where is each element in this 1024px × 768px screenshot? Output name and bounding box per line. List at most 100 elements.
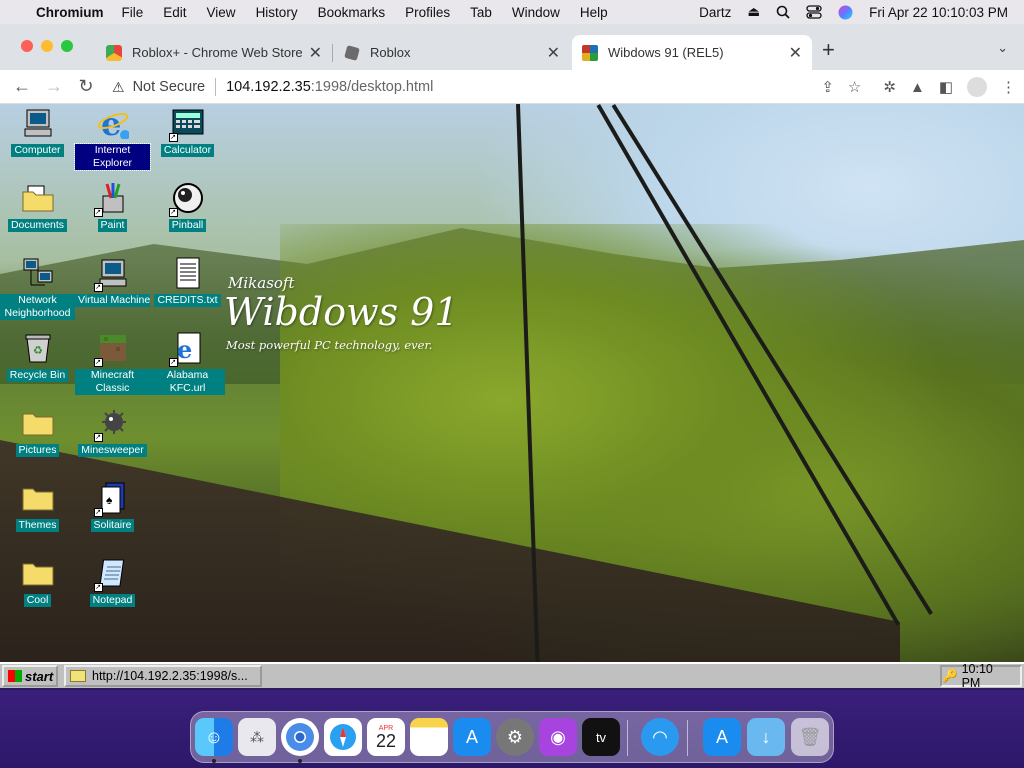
folder-icon bbox=[21, 406, 55, 440]
menu-file[interactable]: File bbox=[122, 5, 144, 20]
desktop-icon-themes[interactable]: Themes bbox=[0, 479, 75, 554]
menu-profiles[interactable]: Profiles bbox=[405, 5, 450, 20]
eject-icon[interactable]: ⏏ bbox=[747, 4, 760, 20]
back-arrow-icon[interactable]: ← bbox=[6, 76, 38, 97]
lab-flask-icon[interactable]: ▲ bbox=[910, 79, 925, 96]
profile-avatar-icon[interactable] bbox=[967, 77, 987, 97]
desktop-icon-calculator[interactable]: ↗ Calculator bbox=[150, 104, 225, 179]
close-tab-icon[interactable]: ✕ bbox=[309, 43, 322, 63]
desktop-icon-minecraft-classic[interactable]: ↗ Minecraft Classic bbox=[75, 329, 150, 404]
close-tab-icon[interactable]: ✕ bbox=[789, 43, 802, 63]
desktop-icon-paint[interactable]: ↗ Paint bbox=[75, 179, 150, 254]
bookmark-star-icon[interactable]: ☆ bbox=[848, 78, 861, 96]
reload-icon[interactable]: ↻ bbox=[70, 76, 102, 97]
new-tab-button[interactable]: + bbox=[822, 37, 835, 63]
wibdows-desktop[interactable]: Mikasoft Wibdows 91 Most powerful PC tec… bbox=[0, 104, 1024, 662]
taskbar-item-label: http://104.192.2.35:1998/s... bbox=[92, 669, 248, 683]
svg-text:♠: ♠ bbox=[106, 493, 113, 507]
menubar-user[interactable]: Dartz bbox=[699, 5, 731, 20]
menu-help[interactable]: Help bbox=[580, 5, 608, 20]
minimize-window-button[interactable] bbox=[41, 40, 53, 52]
trash-icon[interactable]: 🗑 bbox=[791, 718, 829, 756]
menu-tab[interactable]: Tab bbox=[470, 5, 492, 20]
system-preferences-icon[interactable]: ⚙ bbox=[496, 718, 534, 756]
tab-separator bbox=[332, 44, 333, 62]
desktop-icon-network-neighborhood[interactable]: Network Neighborhood bbox=[0, 254, 75, 329]
zoom-window-button[interactable] bbox=[61, 40, 73, 52]
calendar-icon[interactable]: APR 22 bbox=[367, 718, 405, 756]
close-window-button[interactable] bbox=[21, 40, 33, 52]
desktop-icon-solitaire[interactable]: ♠ ↗ Solitaire bbox=[75, 479, 150, 554]
side-panel-icon[interactable]: ◧ bbox=[939, 78, 953, 96]
menu-edit[interactable]: Edit bbox=[163, 5, 186, 20]
finder-icon[interactable]: ☺ bbox=[195, 718, 233, 763]
tab-wibdows-91[interactable]: Wibdows 91 (REL5) ✕ bbox=[572, 35, 812, 70]
desktop-icon-label: Minesweeper bbox=[78, 444, 147, 457]
key-icon[interactable]: 🔑 bbox=[942, 669, 958, 684]
desktop-icon-cool[interactable]: Cool bbox=[0, 554, 75, 629]
desktop-icon-pinball[interactable]: ↗ Pinball bbox=[150, 179, 225, 254]
desktop-icon-minesweeper[interactable]: ↗ Minesweeper bbox=[75, 404, 150, 479]
notes-icon[interactable] bbox=[410, 718, 448, 756]
desktop-icon-recycle-bin[interactable]: ♻ Recycle Bin bbox=[0, 329, 75, 404]
wifi-icon[interactable]: ◠ bbox=[641, 718, 679, 756]
control-center-icon[interactable] bbox=[806, 5, 822, 19]
security-label[interactable]: Not Secure bbox=[133, 79, 206, 95]
menu-window[interactable]: Window bbox=[512, 5, 560, 20]
desktop-icon-documents[interactable]: Documents bbox=[0, 179, 75, 254]
start-label: start bbox=[25, 668, 54, 684]
tray-clock[interactable]: 10:10 PM bbox=[962, 662, 1014, 690]
search-icon[interactable] bbox=[776, 5, 790, 19]
minecraft-icon: ↗ bbox=[93, 331, 130, 367]
address-bar[interactable]: ⚠ Not Secure 104.192.2.35:1998/desktop.h… bbox=[104, 73, 852, 101]
podcasts-icon[interactable]: ◉ bbox=[539, 718, 577, 756]
desktop-icon-internet-explorer[interactable]: e Internet Explorer bbox=[74, 104, 151, 179]
close-tab-icon[interactable]: ✕ bbox=[547, 43, 560, 63]
url-host[interactable]: 104.192.2.35 bbox=[226, 79, 311, 95]
desktop-icon-label: Pictures bbox=[15, 444, 60, 457]
launchpad-icon[interactable]: ⁂ bbox=[238, 718, 276, 756]
folder-icon bbox=[21, 556, 55, 590]
more-menu-icon[interactable]: ⋮ bbox=[1001, 78, 1016, 96]
desktop-icon-pictures[interactable]: Pictures bbox=[0, 404, 75, 479]
app-store-folder-icon[interactable]: A bbox=[703, 718, 741, 756]
wibdows-taskbar: start http://104.192.2.35:1998/s... 🔑 10… bbox=[0, 662, 1024, 690]
downloads-folder-icon[interactable]: ↓ bbox=[747, 718, 785, 756]
desktop-icon-alabama-kfc[interactable]: e ↗ Alabama KFC.url bbox=[150, 329, 225, 404]
tab-roblox[interactable]: Roblox ✕ bbox=[334, 35, 570, 70]
menu-app-name[interactable]: Chromium bbox=[36, 5, 104, 20]
siri-icon[interactable] bbox=[838, 5, 853, 20]
extensions-puzzle-icon[interactable]: ✲ bbox=[883, 78, 896, 96]
desktop-icon-notepad[interactable]: ↗ Notepad bbox=[75, 554, 150, 629]
desktop-icon-label: Internet Explorer bbox=[74, 143, 151, 171]
window-controls bbox=[21, 40, 73, 52]
taskbar-item-browser[interactable]: http://104.192.2.35:1998/s... bbox=[64, 665, 262, 687]
url-path[interactable]: :1998/desktop.html bbox=[311, 79, 434, 95]
safari-icon[interactable] bbox=[324, 718, 362, 756]
internet-explorer-icon: e bbox=[96, 106, 130, 140]
warning-triangle-icon[interactable]: ⚠ bbox=[112, 79, 125, 96]
text-file-icon bbox=[171, 256, 205, 290]
desktop-icon-label: Alabama KFC.url bbox=[150, 369, 225, 395]
shortcut-arrow-icon: ↗ bbox=[168, 358, 178, 367]
tab-search-chevron-icon[interactable]: ⌄ bbox=[997, 40, 1008, 56]
desktop-icon-label: Virtual Machine bbox=[75, 294, 150, 307]
desktop-icon-credits[interactable]: CREDITS.txt bbox=[150, 254, 225, 329]
desktop-icon-label: Calculator bbox=[160, 144, 215, 157]
solitaire-icon: ♠ ↗ bbox=[93, 481, 130, 517]
recycle-bin-icon: ♻ bbox=[21, 331, 55, 365]
chromium-icon[interactable] bbox=[281, 718, 319, 763]
apple-tv-icon[interactable]: tv bbox=[582, 718, 620, 756]
app-store-icon[interactable]: A bbox=[453, 718, 491, 756]
desktop-icon-label: Pinball bbox=[168, 219, 207, 232]
share-icon[interactable]: ⇪ bbox=[821, 78, 834, 96]
menu-bookmarks[interactable]: Bookmarks bbox=[318, 5, 386, 20]
menu-history[interactable]: History bbox=[256, 5, 298, 20]
start-button[interactable]: start bbox=[2, 665, 58, 687]
menubar-clock[interactable]: Fri Apr 22 10:10:03 PM bbox=[869, 5, 1008, 20]
menu-view[interactable]: View bbox=[207, 5, 236, 20]
desktop-icon-computer[interactable]: Computer bbox=[0, 104, 75, 179]
desktop-icon-virtual-machine[interactable]: ↗ Virtual Machine bbox=[75, 254, 150, 329]
tab-roblox-plus[interactable]: Roblox+ - Chrome Web Store ✕ bbox=[96, 35, 332, 70]
forward-arrow-icon[interactable]: → bbox=[38, 76, 70, 97]
